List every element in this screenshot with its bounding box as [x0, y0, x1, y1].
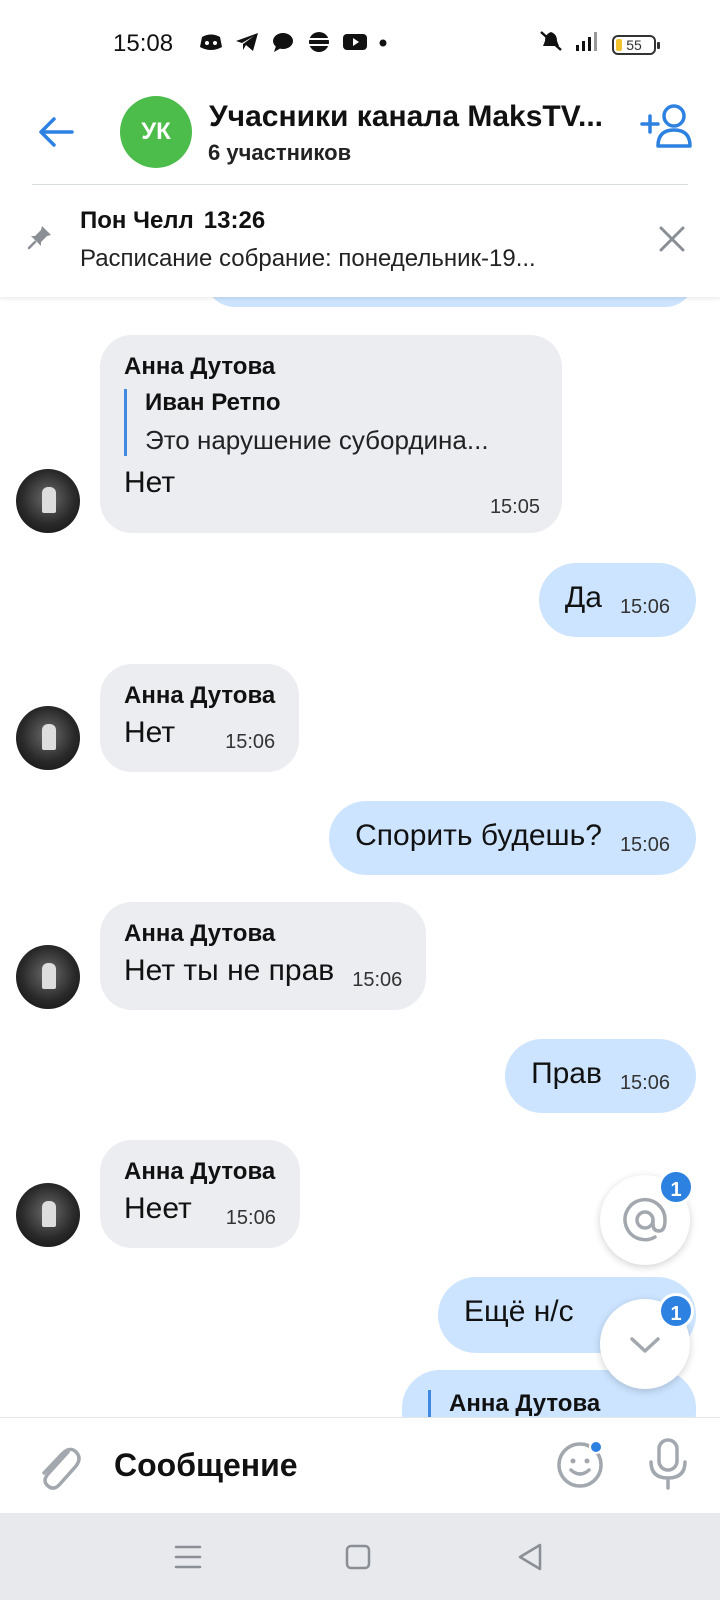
reply-text: Это нарушение субордина...	[145, 425, 489, 455]
home-icon[interactable]	[338, 1539, 378, 1575]
notification-icons	[198, 31, 388, 53]
message-bubble-incoming[interactable]: Анна Дутова Иван Ретпо Это нарушение суб…	[100, 335, 562, 533]
mentions-button[interactable]: 1	[600, 1169, 694, 1265]
message-author[interactable]: Анна Дутова	[124, 1158, 276, 1186]
chat-header: УК Учасники канала MaksTV... 6 участнико…	[0, 90, 720, 182]
back-arrow-icon[interactable]	[36, 112, 76, 152]
battery-level: 55	[626, 37, 642, 53]
pinned-message[interactable]: Пон Челл 13:26 Расписание собрание: понед…	[0, 185, 720, 297]
system-navbar	[0, 1513, 720, 1600]
message-bubble-outgoing[interactable]: Да 15:06	[538, 563, 696, 637]
message-text: Ещё н/с	[464, 1295, 574, 1328]
mute-icon	[540, 31, 562, 51]
message-time: 15:06	[619, 596, 670, 618]
pinned-time: 13:26	[203, 207, 266, 234]
pin-icon	[27, 226, 51, 250]
telegram-icon	[236, 33, 258, 51]
reply-author: Анна Дутова	[449, 1390, 601, 1417]
status-bar: 15:08 55	[0, 0, 720, 90]
reply-quote[interactable]: Анна Дутова	[428, 1390, 670, 1417]
youtube-icon	[343, 34, 367, 50]
message-time: 15:06	[619, 1072, 670, 1094]
message-bubble-incoming[interactable]: Анна Дутова Нет 15:06	[100, 664, 300, 772]
message-text: Нет	[124, 466, 176, 499]
battery-indicator: 55	[612, 35, 660, 55]
message-author[interactable]: Анна Дутова	[124, 353, 538, 381]
chat-bubble-icon	[273, 33, 293, 52]
add-user-icon[interactable]	[640, 102, 696, 150]
avatar[interactable]	[16, 706, 80, 770]
reply-quote[interactable]: Иван Ретпо Это нарушение субордина...	[124, 389, 538, 456]
emoji-icon[interactable]	[554, 1438, 606, 1490]
mic-icon[interactable]	[646, 1436, 690, 1492]
menu-icon[interactable]	[168, 1539, 208, 1575]
pinned-author: Пон Челл 13:26	[80, 207, 265, 235]
signal-icon	[576, 32, 597, 51]
status-time: 15:08	[113, 30, 174, 57]
message-time: 15:06	[619, 834, 670, 856]
close-icon[interactable]	[656, 223, 688, 255]
chat-avatar[interactable]: УК	[120, 96, 192, 168]
message-bubble-incoming[interactable]: Анна Дутова Неет 15:06	[100, 1140, 300, 1248]
pinned-text: Расписание собрание: понедельник-19...	[80, 245, 536, 272]
message-text: Нет ты не прав	[124, 954, 335, 987]
avatar[interactable]	[16, 1183, 80, 1247]
message-composer	[0, 1417, 720, 1513]
message-time: 15:05	[489, 496, 540, 518]
back-triangle-icon[interactable]	[510, 1539, 550, 1575]
mentions-badge: 1	[658, 1169, 694, 1205]
member-count[interactable]: 6 участников	[208, 140, 351, 166]
message-text: Нет	[124, 716, 176, 749]
message-text: Спорить будешь?	[355, 819, 602, 852]
message-text: Прав	[531, 1057, 602, 1090]
attach-icon[interactable]	[34, 1438, 82, 1494]
striped-circle-icon	[309, 32, 329, 52]
avatar[interactable]	[16, 469, 80, 533]
more-dot-icon	[379, 39, 387, 47]
message-text: Да	[564, 581, 602, 614]
reply-author: Иван Ретпо	[145, 389, 281, 416]
message-bubble-outgoing[interactable]: Прав 15:06	[505, 1039, 696, 1113]
pinned-author-name: Пон Челл	[80, 207, 194, 234]
scroll-down-badge: 1	[658, 1293, 694, 1329]
discord-icon	[200, 34, 222, 50]
message-time: 15:06	[225, 1207, 276, 1229]
message-bubble-outgoing[interactable]: Спорить будешь? 15:06	[329, 801, 696, 875]
message-input[interactable]	[114, 1440, 514, 1490]
message-author[interactable]: Анна Дутова	[124, 920, 402, 948]
message-time: 15:06	[225, 731, 276, 753]
message-author[interactable]: Анна Дутова	[124, 682, 275, 710]
message-bubble-partial[interactable]	[205, 297, 695, 307]
chat-title[interactable]: Учасники канала MaksTV...	[209, 100, 609, 134]
scroll-down-button[interactable]: 1	[600, 1293, 694, 1389]
message-text: Неет	[124, 1192, 192, 1225]
system-icons	[538, 30, 600, 52]
avatar[interactable]	[16, 945, 80, 1009]
message-bubble-incoming[interactable]: Анна Дутова Нет ты не прав 15:06	[100, 902, 427, 1010]
message-time: 15:06	[352, 969, 403, 991]
